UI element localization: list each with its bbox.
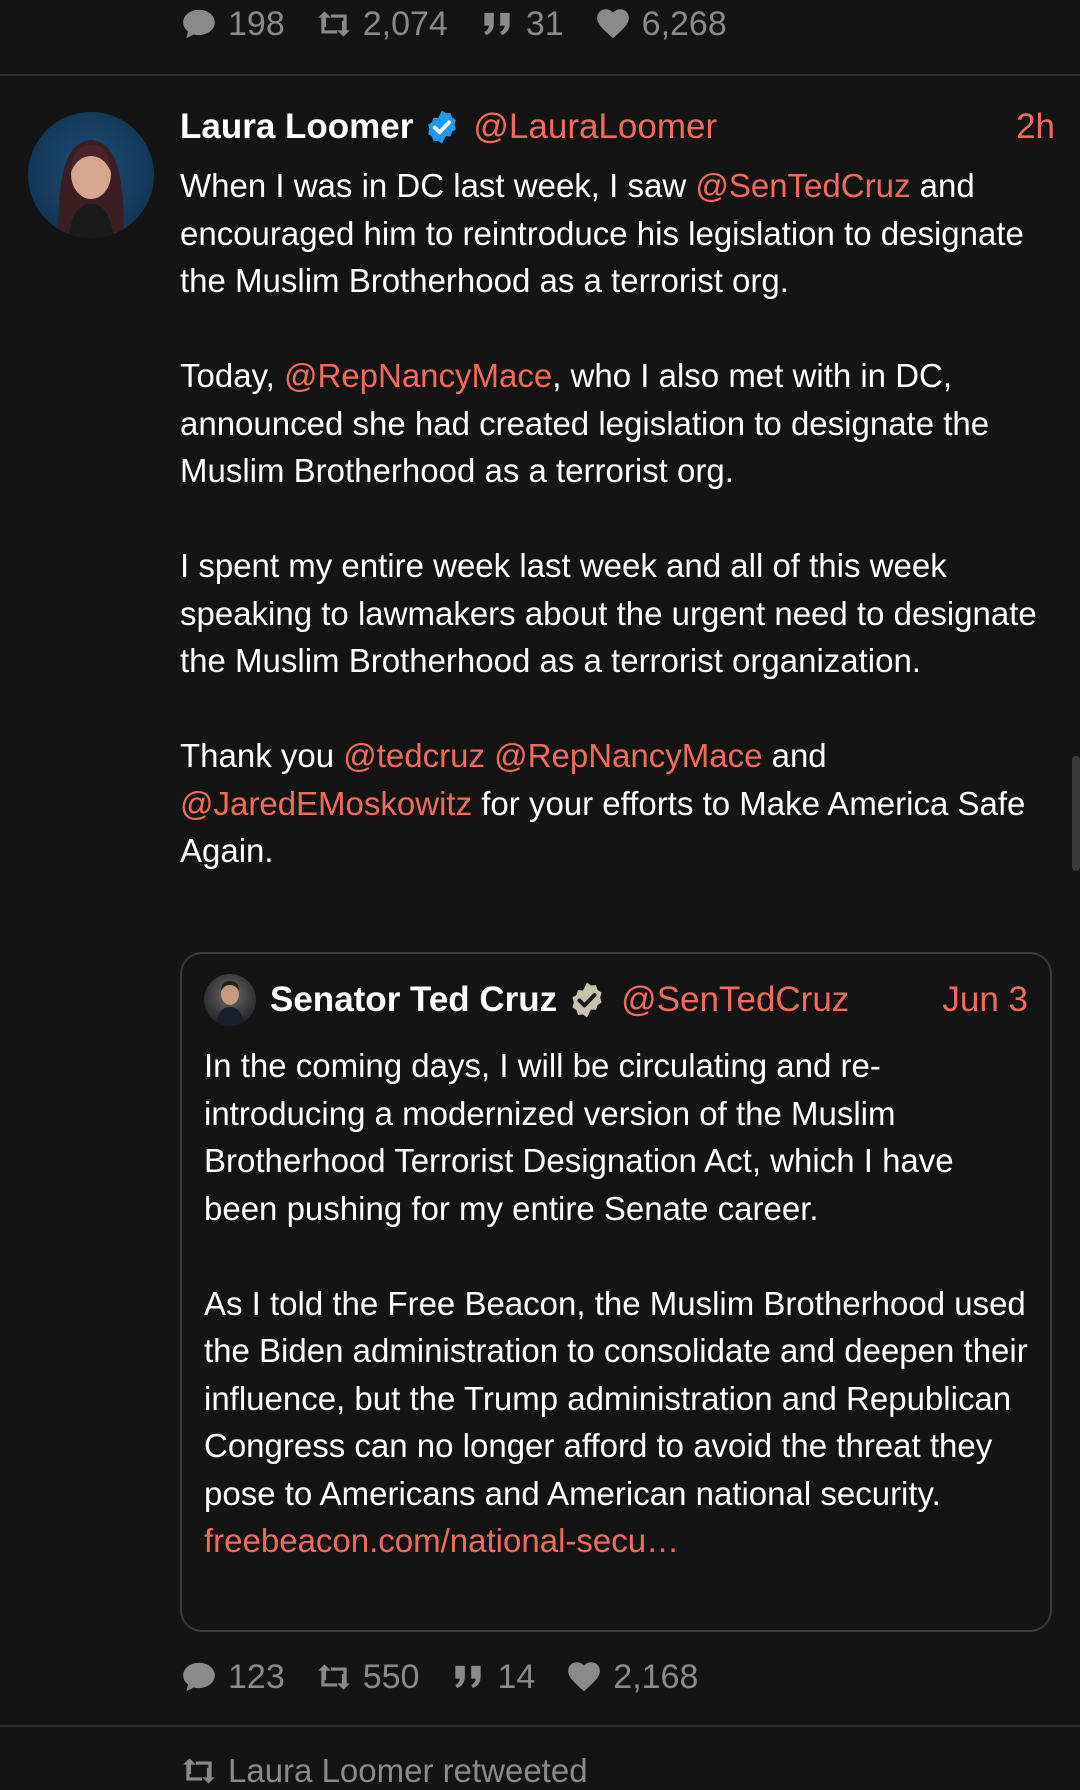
reply-count: 198 [228,4,285,43]
quote-icon [455,1665,482,1689]
reply-stat[interactable]: 123 [180,1658,285,1697]
quote-stat[interactable]: 31 [478,5,564,44]
quoted-tweet-body: In the coming days, I will be circulatin… [204,1042,1028,1565]
tweet-timestamp[interactable]: 2h [1016,107,1055,147]
retweet-icon [317,1664,350,1690]
retweet-icon [317,11,350,37]
quoted-avatar[interactable] [204,974,256,1026]
tweet-paragraph: I spent my entire week last week and all… [180,547,1037,679]
mention-link[interactable]: @SenTedCruz [695,167,910,204]
quoted-paragraph: As I told the Free Beacon, the Muslim Br… [204,1284,1028,1512]
tweet-paragraph: Today, @RepNancyMace, who I also met wit… [180,352,1055,495]
tweet-body: When I was in DC last week, I saw @SenTe… [180,162,1055,875]
avatar[interactable] [28,112,154,238]
text-segment: Thank you [180,737,344,774]
quote-count: 31 [525,4,564,43]
retweet-count: 550 [362,1657,420,1696]
retweeted-by-text: Laura Loomer retweeted [228,1752,588,1789]
external-link[interactable]: freebeacon.com/national-secu… [204,1517,1028,1565]
retweet-stat[interactable]: 550 [315,1657,420,1697]
tweet-header: Laura Loomer @LauraLoomer 2h [180,100,1055,154]
mention-link[interactable]: @RepNancyMace [284,357,552,394]
quote-stat[interactable]: 14 [449,1658,535,1697]
retweet-count: 2,074 [362,4,448,43]
tweet-stats: 123 550 14 2,168 [180,1655,698,1699]
reply-stat[interactable]: 198 [180,5,285,44]
mention-link[interactable]: @RepNancyMace [494,737,762,774]
divider [0,1725,1080,1727]
tweet-paragraph: When I was in DC last week, I saw @SenTe… [180,162,1055,305]
mention-link[interactable]: @JaredEMoskowitz [180,785,472,822]
retweet-icon [183,1758,215,1784]
author-name[interactable]: Laura Loomer [180,107,413,147]
like-count: 6,268 [641,4,727,43]
quoted-author-name[interactable]: Senator Ted Cruz [270,980,557,1020]
retweet-stat[interactable]: 2,074 [315,5,448,44]
quoted-tweet-timestamp[interactable]: Jun 3 [942,980,1028,1020]
verified-badge-icon [428,110,457,144]
author-handle[interactable]: @LauraLoomer [473,107,717,147]
tweet[interactable]: Laura Loomer @LauraLoomer 2h When I was … [180,100,1055,875]
like-stat[interactable]: 2,168 [565,1658,698,1697]
comment-icon [183,1662,215,1692]
text-segment [485,737,494,774]
heart-icon [596,9,629,39]
quoted-avatar-portrait-icon [216,981,244,1026]
divider [0,74,1080,76]
quote-icon [484,12,510,36]
scrollbar[interactable] [1072,756,1080,871]
tweet-paragraph: Thank you @tedcruz @RepNancyMace and @Ja… [180,732,1055,875]
quoted-tweet-card[interactable]: Senator Ted Cruz @SenTedCruz Jun 3 In th… [180,952,1052,1632]
avatar-portrait-icon [58,140,124,238]
like-stat[interactable]: 6,268 [594,5,727,44]
quoted-author-handle[interactable]: @SenTedCruz [621,980,849,1020]
like-count: 2,168 [613,1657,699,1696]
heart-icon [568,1662,601,1692]
quote-count: 14 [497,1657,536,1696]
quoted-paragraph: In the coming days, I will be circulatin… [204,1047,954,1227]
retweeted-by-line[interactable]: Laura Loomer retweeted [180,1752,588,1790]
previous-tweet-stats: 198 2,074 31 6,268 [180,2,727,46]
text-segment: Today, [180,357,284,394]
verified-badge-icon [572,982,602,1018]
quoted-tweet-header: Senator Ted Cruz @SenTedCruz Jun 3 [204,972,1028,1028]
reply-count: 123 [228,1657,285,1696]
mention-link[interactable]: @tedcruz [343,737,485,774]
text-segment: and [762,737,827,774]
comment-icon [183,9,215,39]
text-segment: When I was in DC last week, I saw [180,167,696,204]
